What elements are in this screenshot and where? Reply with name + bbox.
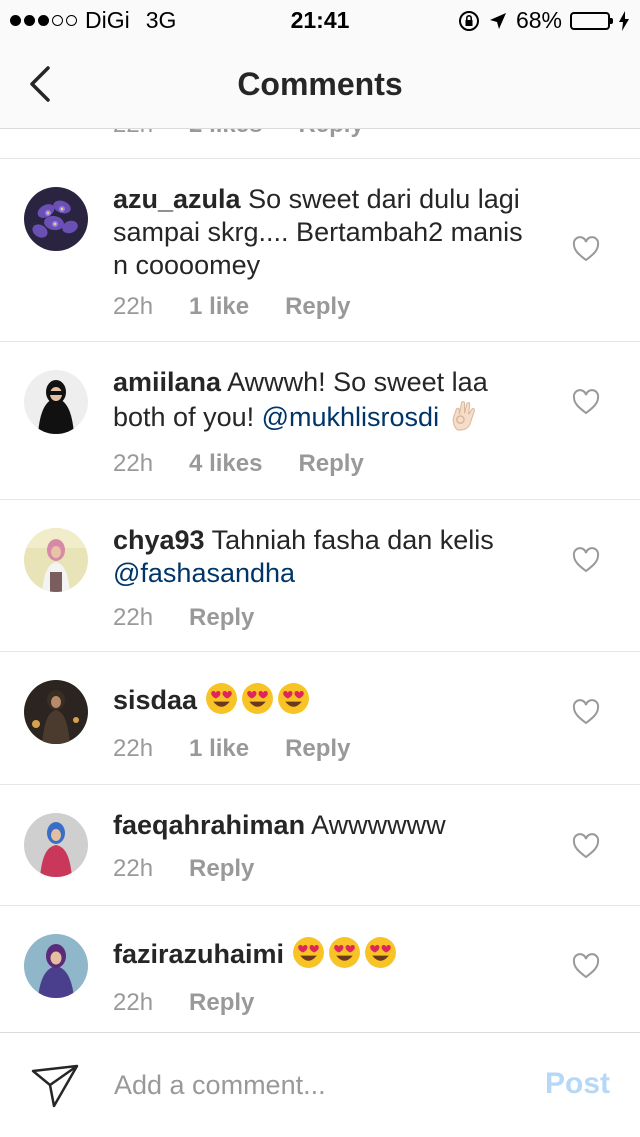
- avatar[interactable]: [24, 813, 88, 877]
- status-bar: DiGi 3G 21:41 68%: [0, 0, 640, 40]
- comment-username[interactable]: amiilana: [113, 367, 221, 397]
- mention-link[interactable]: @fashasandha: [113, 558, 295, 588]
- comment-time: 22h: [113, 604, 154, 631]
- divider: [0, 905, 640, 906]
- comment-meta: 22h Reply: [113, 855, 254, 883]
- heart-eyes-emoji-icon: [328, 937, 360, 968]
- comment-username[interactable]: azu_azula: [113, 184, 241, 214]
- post-button[interactable]: Post: [545, 1067, 610, 1101]
- avatar[interactable]: [24, 187, 88, 251]
- reply-button[interactable]: Reply: [298, 450, 363, 478]
- avatar[interactable]: [24, 528, 88, 592]
- status-right: 68%: [458, 7, 630, 34]
- divider: [0, 158, 640, 159]
- battery-percentage: 68%: [515, 7, 562, 33]
- divider: [0, 784, 640, 785]
- reply-button[interactable]: Reply: [285, 293, 350, 321]
- heart-eyes-emoji-icon: [364, 937, 396, 968]
- comment-body: azu_azula So sweet dari dulu lagi sampai…: [113, 183, 533, 282]
- page-title: Comments: [237, 66, 403, 102]
- divider: [0, 651, 640, 652]
- comment-text: Awwwwww: [311, 810, 446, 840]
- heart-eyes-emoji-icon: [241, 683, 273, 714]
- comment-username[interactable]: faeqahrahiman: [113, 810, 305, 840]
- comment-meta: 22h Reply: [113, 604, 254, 632]
- comment-meta: 22h 1 like Reply: [113, 293, 350, 321]
- avatar[interactable]: [24, 370, 88, 434]
- comment-username[interactable]: chya93: [113, 525, 205, 555]
- comment-meta: 22h 4 likes Reply: [113, 450, 364, 478]
- like-heart-icon[interactable]: [572, 953, 600, 979]
- divider: [0, 341, 640, 342]
- location-arrow-icon: [489, 12, 506, 29]
- heart-eyes-emoji-group: [292, 937, 400, 969]
- comment-username[interactable]: sisdaa: [113, 685, 197, 715]
- comment-body: faeqahrahiman Awwwwww: [113, 809, 533, 842]
- comment-body: fazirazuhaimi: [113, 936, 533, 971]
- comment-username[interactable]: fazirazuhaimi: [113, 939, 284, 969]
- comment-time: 22h: [113, 855, 154, 882]
- heart-eyes-emoji-group: [205, 683, 313, 715]
- orientation-lock-icon: [458, 10, 479, 31]
- comment-body: amiilana Awwwh! So sweet laa both of you…: [113, 366, 533, 434]
- heart-eyes-emoji-icon: [277, 683, 309, 714]
- avatar[interactable]: [24, 680, 88, 744]
- comment-likes[interactable]: 2 likes: [189, 129, 262, 139]
- comment-time: 22h: [113, 129, 153, 139]
- like-heart-icon[interactable]: [572, 833, 600, 859]
- heart-eyes-emoji-icon: [205, 683, 237, 714]
- heart-eyes-emoji-icon: [292, 937, 324, 968]
- direct-send-icon[interactable]: [30, 1063, 80, 1109]
- comment-time: 22h: [113, 293, 154, 320]
- comment-composer: Post: [0, 1032, 640, 1137]
- navigation-header: Comments: [0, 40, 640, 129]
- like-heart-icon[interactable]: [572, 699, 600, 725]
- like-heart-icon[interactable]: [572, 236, 600, 262]
- comment-time: 22h: [113, 450, 154, 477]
- reply-button[interactable]: Reply: [298, 129, 363, 139]
- comment-text: Tahniah fasha dan kelis: [211, 525, 494, 555]
- mention-link[interactable]: @mukhlisrosdi: [262, 402, 439, 432]
- comment-time: 22h: [113, 989, 154, 1016]
- comments-list[interactable]: 22h 2 likes Reply azu_azula So sweet d: [0, 129, 640, 1032]
- comment-likes[interactable]: 4 likes: [189, 450, 262, 478]
- reply-button[interactable]: Reply: [189, 989, 254, 1017]
- reply-button[interactable]: Reply: [189, 604, 254, 632]
- battery-icon: [570, 11, 613, 30]
- partial-comment-meta: 22h 2 likes Reply: [113, 129, 364, 139]
- comment-meta: 22h Reply: [113, 989, 254, 1017]
- comment-time: 22h: [113, 735, 154, 762]
- comment-input[interactable]: [114, 1063, 514, 1107]
- comment-body: chya93 Tahniah fasha dan kelis @fashasan…: [113, 524, 533, 590]
- charging-bolt-icon: [619, 10, 629, 31]
- reply-button[interactable]: Reply: [285, 735, 350, 763]
- comment-body: sisdaa: [113, 682, 533, 717]
- comment-meta: 22h 1 like Reply: [113, 735, 350, 763]
- like-heart-icon[interactable]: [572, 389, 600, 415]
- ok-hand-emoji-icon: [452, 401, 475, 431]
- like-heart-icon[interactable]: [572, 547, 600, 573]
- reply-button[interactable]: Reply: [189, 855, 254, 883]
- avatar[interactable]: [24, 934, 88, 998]
- divider: [0, 499, 640, 500]
- comment-likes[interactable]: 1 like: [189, 293, 249, 321]
- comment-likes[interactable]: 1 like: [189, 735, 249, 763]
